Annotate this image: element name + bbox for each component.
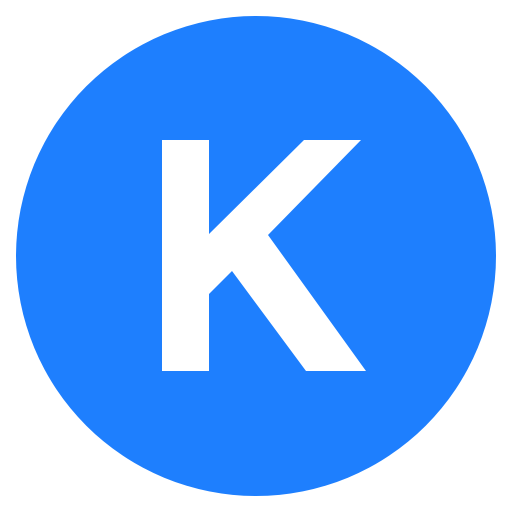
letter-k-icon — [162, 140, 366, 371]
letter-k-glyph — [162, 140, 366, 371]
avatar-container: K — [0, 0, 512, 512]
